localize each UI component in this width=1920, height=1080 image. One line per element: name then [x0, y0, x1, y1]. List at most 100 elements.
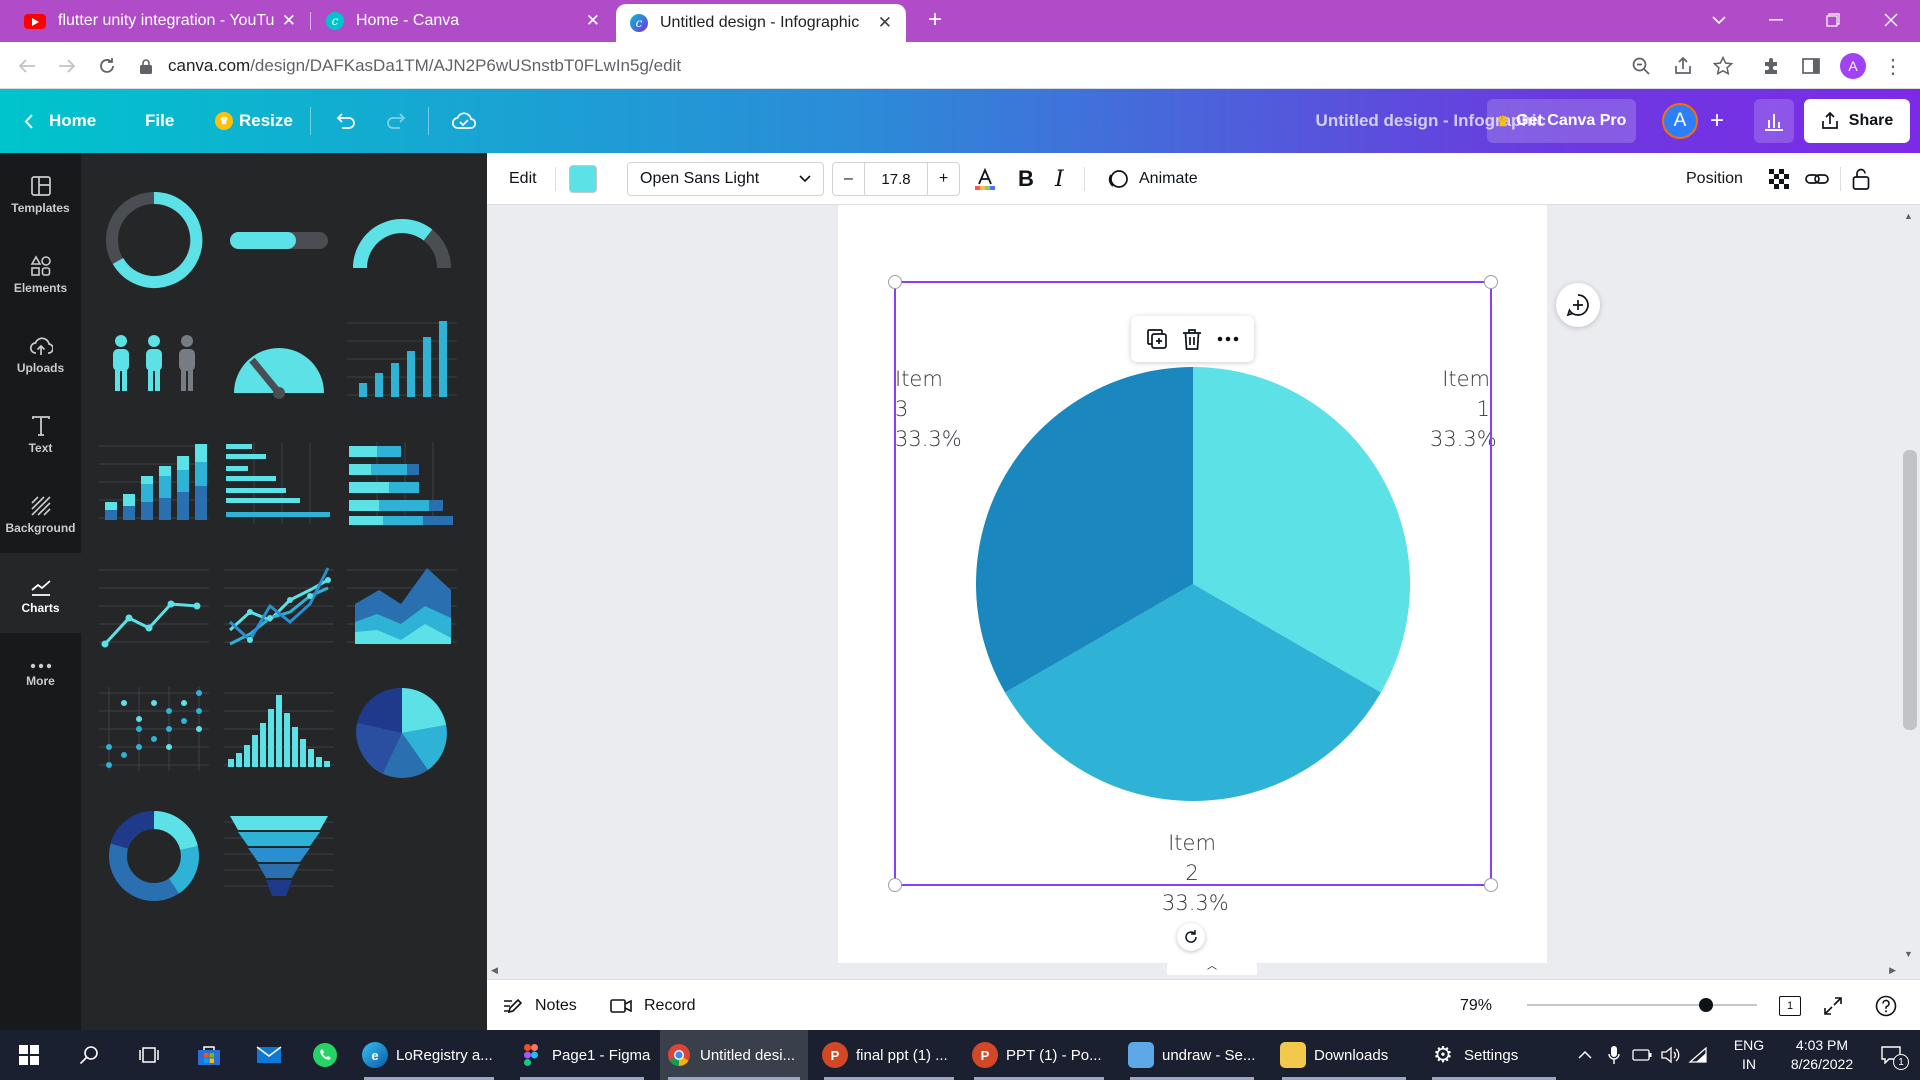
url-field[interactable]: canva.com/design/DAFKasDa1TM/AJN2P6wUSns… [140, 52, 1640, 80]
clock[interactable]: 4:03 PM 8/26/2022 [1774, 1030, 1864, 1080]
chart-thumb-progress-dial[interactable] [347, 190, 457, 290]
chart-thumb-pie[interactable] [347, 683, 457, 783]
extensions-icon[interactable] [1758, 53, 1784, 79]
fullscreen-button[interactable] [1823, 980, 1843, 1031]
tab-canva-home[interactable]: c Home - Canva ✕ [312, 0, 614, 42]
taskbar-app-final-ppt[interactable]: P final ppt (1) ... [816, 1030, 962, 1080]
profile-avatar[interactable]: A [1840, 53, 1866, 79]
chevron-up-icon[interactable] [1570, 1030, 1600, 1080]
windows-start-icon[interactable] [6, 1030, 52, 1080]
chart-thumb-donut[interactable] [99, 806, 209, 906]
show-pages-button[interactable]: ︿ [1167, 957, 1257, 975]
scroll-up-icon[interactable]: ▲ [1904, 211, 1913, 221]
zoom-slider[interactable] [1527, 998, 1757, 1012]
share-page-icon[interactable] [1670, 53, 1696, 79]
link-button[interactable] [1805, 153, 1829, 205]
close-icon[interactable]: ✕ [878, 13, 892, 33]
chart-thumb-horizontal-bar[interactable] [224, 436, 334, 536]
italic-button[interactable]: I [1055, 153, 1064, 205]
zoom-percent[interactable]: 79% [1460, 980, 1492, 1031]
chart-thumb-multi-line[interactable] [224, 560, 334, 660]
wifi-icon[interactable] [1684, 1030, 1712, 1080]
close-icon[interactable]: ✕ [282, 11, 296, 31]
taskbar-app-loregistry[interactable]: e LoRegistry a... [356, 1030, 502, 1080]
taskbar-app-undraw[interactable]: undraw - Se... [1122, 1030, 1262, 1080]
chart-thumb-progress-ring[interactable] [99, 190, 209, 290]
text-color-button[interactable] [973, 153, 997, 205]
animate-button[interactable]: Animate [1107, 153, 1198, 205]
more-options-icon[interactable] [1217, 336, 1239, 342]
tab-untitled-design[interactable]: c Untitled design - Infographic ✕ [616, 4, 906, 42]
chart-thumb-stacked-column[interactable] [99, 436, 209, 536]
transparency-button[interactable] [1768, 153, 1790, 205]
lock-button[interactable] [1852, 153, 1870, 205]
new-tab-button[interactable]: + [912, 0, 958, 40]
microphone-icon[interactable] [1600, 1030, 1628, 1080]
increase-font-size-button[interactable]: + [927, 163, 959, 195]
record-button[interactable]: Record [610, 980, 696, 1031]
volume-icon[interactable] [1656, 1030, 1684, 1080]
insights-button[interactable] [1754, 99, 1794, 143]
microsoft-store-icon[interactable] [186, 1030, 232, 1080]
selection-box[interactable] [888, 275, 1498, 892]
scroll-left-icon[interactable]: ◀ [491, 965, 498, 976]
sidebar-item-background[interactable]: Background [0, 473, 81, 553]
chart-thumb-bar-chart[interactable] [347, 313, 457, 413]
font-family-dropdown[interactable]: Open Sans Light [627, 162, 824, 196]
sidebar-item-uploads[interactable]: Uploads [0, 313, 81, 393]
add-collaborator-button[interactable]: + [1710, 89, 1724, 153]
sidebar-item-templates[interactable]: Templates [0, 153, 81, 233]
taskbar-app-downloads[interactable]: Downloads [1274, 1030, 1414, 1080]
chart-thumb-progress-bar[interactable] [224, 190, 334, 290]
sidebar-item-charts[interactable]: Charts [0, 553, 81, 633]
home-button[interactable]: Home [24, 89, 96, 153]
task-view-icon[interactable] [126, 1030, 172, 1080]
resize-handle-bottom-left[interactable] [888, 878, 902, 892]
tab-youtube[interactable]: flutter unity integration - YouTube ✕ [10, 0, 310, 42]
decrease-font-size-button[interactable]: – [833, 163, 865, 195]
taskbar-app-figma[interactable]: Page1 - Figma [512, 1030, 652, 1080]
scroll-right-icon[interactable]: ▶ [1889, 965, 1896, 976]
scroll-down-icon[interactable]: ▼ [1904, 949, 1913, 959]
save-status-button[interactable] [452, 89, 476, 153]
vertical-scroll-thumb[interactable] [1903, 450, 1917, 730]
chart-thumb-stacked-bar[interactable] [347, 436, 457, 536]
get-canva-pro-button[interactable]: ♛ Get Canva Pro [1487, 99, 1636, 143]
position-button[interactable]: Position [1686, 153, 1743, 205]
notification-center-button[interactable]: 1 [1868, 1030, 1914, 1080]
taskbar-app-chrome[interactable]: Untitled desi... [660, 1030, 808, 1080]
close-window-button[interactable] [1868, 0, 1914, 40]
resize-handle-bottom-right[interactable] [1484, 878, 1498, 892]
tab-search-icon[interactable] [1696, 0, 1742, 40]
bookmark-star-icon[interactable] [1710, 53, 1736, 79]
chart-thumb-area[interactable] [347, 560, 457, 660]
undo-button[interactable] [334, 89, 356, 153]
minimize-button[interactable] [1753, 0, 1799, 40]
chart-thumb-dot-grid[interactable] [99, 683, 209, 783]
file-menu-button[interactable]: File [145, 89, 174, 153]
sidebar-item-more[interactable]: More [0, 633, 81, 713]
zoom-slider-knob[interactable] [1699, 998, 1714, 1012]
mail-icon[interactable] [246, 1030, 292, 1080]
browser-menu-icon[interactable]: ⋮ [1880, 53, 1906, 79]
chart-thumb-gauge[interactable] [224, 313, 334, 413]
rotate-handle[interactable] [1177, 923, 1205, 951]
notes-button[interactable]: Notes [503, 980, 577, 1031]
whatsapp-icon[interactable] [302, 1030, 348, 1080]
chart-thumb-pictogram[interactable] [99, 313, 209, 413]
page-count-button[interactable]: 1 [1779, 980, 1801, 1031]
reload-icon[interactable] [92, 51, 122, 81]
taskbar-app-settings[interactable]: ⚙ Settings [1424, 1030, 1564, 1080]
resize-handle-top-right[interactable] [1484, 275, 1498, 289]
bold-button[interactable]: B [1018, 153, 1034, 205]
add-comment-button[interactable] [1556, 283, 1600, 327]
edit-chart-button[interactable]: Edit [509, 153, 537, 205]
user-avatar[interactable]: A [1662, 103, 1698, 139]
sidebar-item-elements[interactable]: Elements [0, 233, 81, 313]
side-panel-icon[interactable] [1798, 53, 1824, 79]
lock-icon[interactable] [140, 58, 152, 74]
font-size-input[interactable]: 17.8 [865, 171, 927, 188]
sidebar-item-text[interactable]: Text [0, 393, 81, 473]
font-size-stepper[interactable]: – 17.8 + [832, 162, 960, 196]
resize-handle-top-left[interactable] [888, 275, 902, 289]
